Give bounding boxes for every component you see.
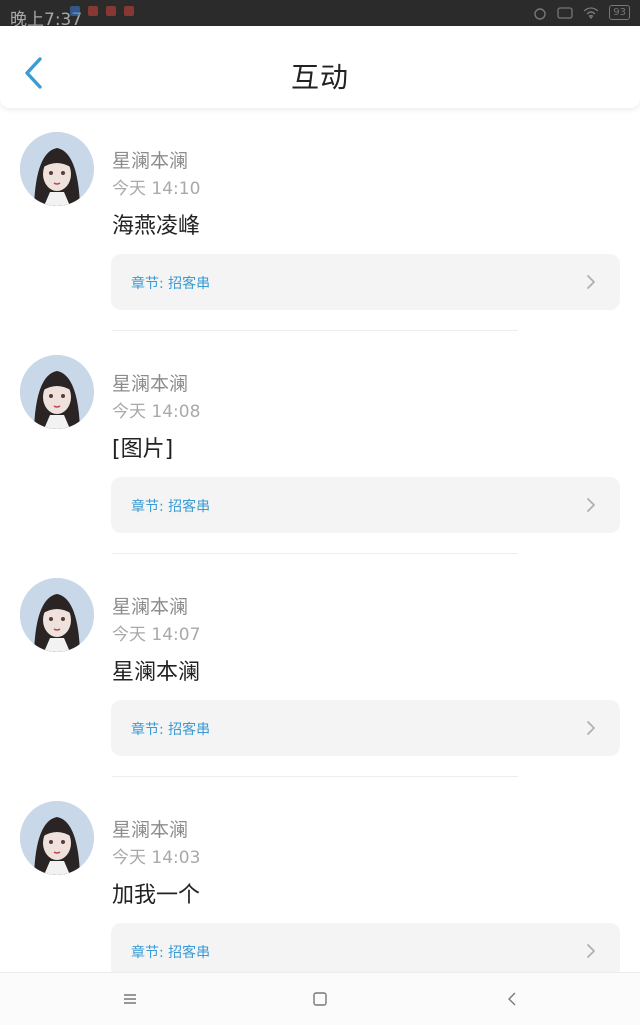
avatar-image xyxy=(20,801,94,875)
alarm-icon xyxy=(534,7,546,20)
chevron-right-icon xyxy=(587,275,595,289)
notification-icon xyxy=(70,6,80,16)
avatar[interactable] xyxy=(20,578,94,652)
wifi-icon xyxy=(583,6,599,19)
menu-icon xyxy=(124,994,136,1004)
timestamp: 今天 14:10 xyxy=(112,179,201,199)
interaction-list: 星澜本澜 今天 14:10 海燕凌峰 章节: 招客串 星澜本澜 今天 14:08… xyxy=(0,108,640,1000)
chevron-right-icon xyxy=(587,498,595,512)
chapter-label: 章节: 招客串 xyxy=(131,945,211,961)
home-button[interactable] xyxy=(308,987,332,1011)
chapter-card[interactable]: 章节: 招客串 xyxy=(111,254,620,310)
notification-icon xyxy=(88,6,98,16)
timestamp: 今天 14:03 xyxy=(112,848,201,868)
timestamp: 今天 14:07 xyxy=(112,625,201,645)
list-item: 星澜本澜 今天 14:10 海燕凌峰 章节: 招客串 xyxy=(0,108,640,331)
avatar-image xyxy=(20,132,94,206)
user-name[interactable]: 星澜本澜 xyxy=(112,592,188,619)
message-content: 海燕凌峰 xyxy=(112,214,201,239)
message-content: 加我一个 xyxy=(112,883,201,908)
header-bar: 互动 xyxy=(0,26,640,108)
chapter-card[interactable]: 章节: 招客串 xyxy=(111,923,620,979)
user-name[interactable]: 星澜本澜 xyxy=(112,815,188,842)
avatar[interactable] xyxy=(20,355,94,429)
square-icon xyxy=(313,992,327,1006)
chapter-label: 章节: 招客串 xyxy=(131,499,211,515)
avatar[interactable] xyxy=(20,801,94,875)
chapter-card[interactable]: 章节: 招客串 xyxy=(111,700,620,756)
status-bar: 晚上7:37 93 xyxy=(0,0,640,30)
system-nav-bar xyxy=(0,972,640,1025)
avatar[interactable] xyxy=(20,132,94,206)
list-item: 星澜本澜 今天 14:03 加我一个 章节: 招客串 xyxy=(0,777,640,1000)
user-name[interactable]: 星澜本澜 xyxy=(112,369,188,396)
chevron-right-icon xyxy=(587,721,595,735)
sim-icon xyxy=(557,6,573,19)
list-item: 星澜本澜 今天 14:08 [图片] 章节: 招客串 xyxy=(0,331,640,554)
chapter-card[interactable]: 章节: 招客串 xyxy=(111,477,620,533)
chapter-label: 章节: 招客串 xyxy=(131,276,211,292)
notification-icon xyxy=(106,6,116,16)
battery-indicator: 93 xyxy=(609,5,630,20)
page-title: 互动 xyxy=(290,61,349,94)
back-icon xyxy=(508,992,516,1006)
user-name[interactable]: 星澜本澜 xyxy=(112,146,188,173)
avatar-image xyxy=(20,355,94,429)
message-content: [图片] xyxy=(112,437,174,462)
timestamp: 今天 14:08 xyxy=(112,402,201,422)
chevron-right-icon xyxy=(587,944,595,958)
notification-icon xyxy=(124,6,134,16)
avatar-image xyxy=(20,578,94,652)
system-back-button[interactable] xyxy=(500,987,524,1011)
list-item: 星澜本澜 今天 14:07 星澜本澜 章节: 招客串 xyxy=(0,554,640,777)
notification-icons xyxy=(70,6,134,16)
status-icons: 93 xyxy=(533,5,630,20)
chapter-label: 章节: 招客串 xyxy=(131,722,211,738)
message-content: 星澜本澜 xyxy=(112,660,201,685)
menu-button[interactable] xyxy=(118,987,142,1011)
